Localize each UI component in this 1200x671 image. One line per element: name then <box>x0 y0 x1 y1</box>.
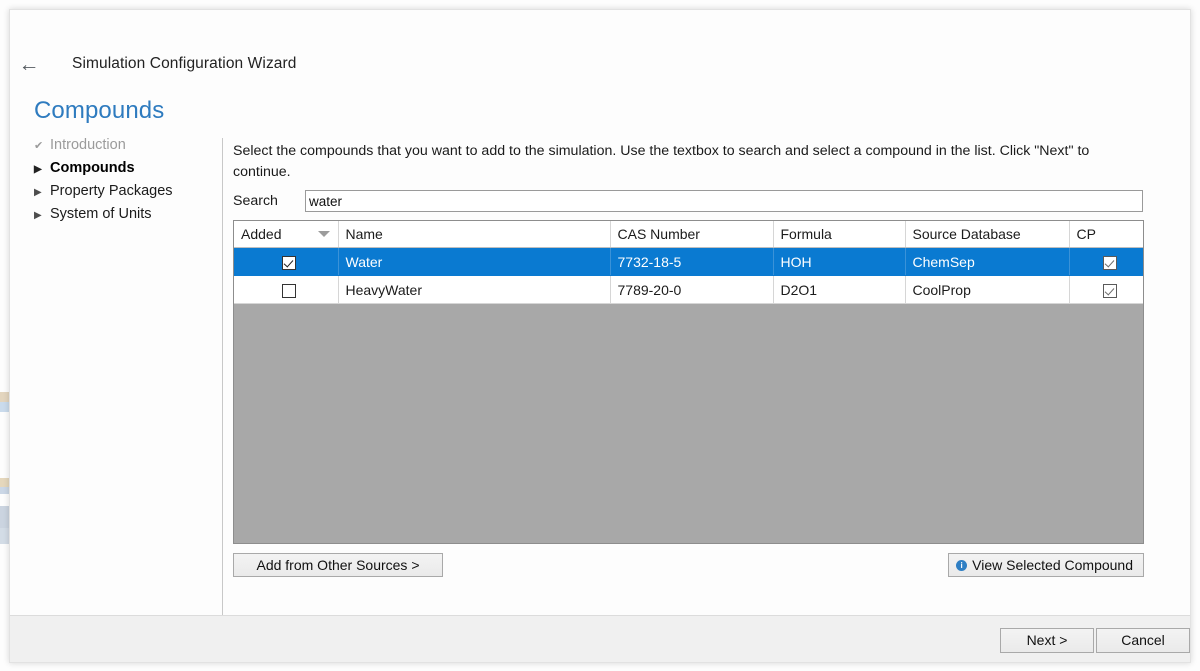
add-from-other-sources-button[interactable]: Add from Other Sources > <box>233 553 443 577</box>
triangle-right-icon: ▶ <box>34 187 42 198</box>
view-selected-compound-button[interactable]: i View Selected Compound <box>948 553 1144 577</box>
wizard-window: ← Simulation Configuration Wizard Compou… <box>9 9 1191 663</box>
page-title: Compounds <box>34 97 165 124</box>
grid-action-bar: Add from Other Sources > i View Selected… <box>233 553 1144 577</box>
column-header-label: CP <box>1076 226 1096 242</box>
compounds-grid[interactable]: Added Name CAS Number Formula Source Dat… <box>233 220 1144 544</box>
cell-cp[interactable] <box>1069 275 1143 304</box>
background-artifact <box>0 528 9 544</box>
search-label: Search <box>233 193 278 209</box>
column-header-formula[interactable]: Formula <box>773 221 906 248</box>
column-header-label: Name <box>345 226 383 242</box>
background-artifact <box>0 478 9 487</box>
triangle-right-icon: ▶ <box>34 210 42 221</box>
cell-cas-number: 7789-20-0 <box>610 275 774 304</box>
sidebar-item-label: System of Units <box>50 206 152 222</box>
cell-source-database: CoolProp <box>905 275 1070 304</box>
background-artifact <box>0 487 9 494</box>
column-header-label: CAS Number <box>617 226 700 242</box>
column-header-added[interactable]: Added <box>234 221 339 248</box>
sidebar-item-compounds[interactable]: ▶ Compounds <box>34 160 220 183</box>
column-header-label: Source Database <box>912 226 1021 242</box>
wizard-footer: Next > Cancel <box>10 615 1190 662</box>
cp-checkbox[interactable] <box>1102 283 1117 298</box>
cell-source-database: ChemSep <box>905 247 1070 276</box>
check-icon: ✔ <box>34 140 44 152</box>
column-header-cas-number[interactable]: CAS Number <box>610 221 774 248</box>
sidebar-item-label: Property Packages <box>50 183 173 199</box>
background-artifact <box>0 392 9 402</box>
cell-name: Water <box>338 247 611 276</box>
table-header-row: Added Name CAS Number Formula Source Dat… <box>234 221 1143 248</box>
search-input[interactable] <box>305 190 1143 212</box>
wizard-steps-sidebar: ✔ Introduction ▶ Compounds ▶ Property Pa… <box>34 137 220 229</box>
added-checkbox[interactable] <box>282 283 297 298</box>
added-checkbox[interactable] <box>282 255 297 270</box>
search-row: Search <box>233 190 1143 212</box>
vertical-divider <box>222 138 223 625</box>
content-pane: Select the compounds that you want to ad… <box>233 141 1144 577</box>
compounds-table: Added Name CAS Number Formula Source Dat… <box>234 221 1143 304</box>
column-header-label: Formula <box>780 226 832 242</box>
cell-added[interactable] <box>234 247 339 276</box>
background-artifact <box>0 402 9 412</box>
screenshot-root: ← Simulation Configuration Wizard Compou… <box>0 0 1200 671</box>
background-artifact <box>0 506 9 528</box>
cell-name: HeavyWater <box>338 275 611 304</box>
info-icon: i <box>956 559 968 571</box>
instructions-text: Select the compounds that you want to ad… <box>233 143 1090 180</box>
table-row[interactable]: Water 7732-18-5 HOH ChemSep <box>234 247 1143 276</box>
triangle-right-icon: ▶ <box>34 164 42 175</box>
sidebar-item-system-of-units[interactable]: ▶ System of Units <box>34 206 220 229</box>
column-header-name[interactable]: Name <box>338 221 611 248</box>
sidebar-item-property-packages[interactable]: ▶ Property Packages <box>34 183 220 206</box>
cell-cas-number: 7732-18-5 <box>610 247 774 276</box>
back-arrow-icon[interactable]: ← <box>16 54 42 75</box>
sort-descending-icon <box>317 231 330 237</box>
cp-checkbox[interactable] <box>1102 255 1117 270</box>
cell-cp[interactable] <box>1069 247 1143 276</box>
cell-formula: D2O1 <box>773 275 906 304</box>
table-row[interactable]: HeavyWater 7789-20-0 D2O1 CoolProp <box>234 275 1143 304</box>
column-header-cp[interactable]: CP <box>1069 221 1143 248</box>
cancel-button[interactable]: Cancel <box>1096 628 1190 653</box>
sidebar-item-introduction[interactable]: ✔ Introduction <box>34 137 220 160</box>
sidebar-item-label: Introduction <box>50 137 126 153</box>
sidebar-item-label: Compounds <box>50 160 135 176</box>
next-button[interactable]: Next > <box>1000 628 1094 653</box>
window-title: Simulation Configuration Wizard <box>72 55 297 72</box>
cell-formula: HOH <box>773 247 906 276</box>
cell-added[interactable] <box>234 275 339 304</box>
column-header-source-database[interactable]: Source Database <box>905 221 1070 248</box>
column-header-label: Added <box>241 226 282 242</box>
title-bar: ← Simulation Configuration Wizard <box>10 48 1190 80</box>
view-selected-compound-label: View Selected Compound <box>972 557 1133 573</box>
